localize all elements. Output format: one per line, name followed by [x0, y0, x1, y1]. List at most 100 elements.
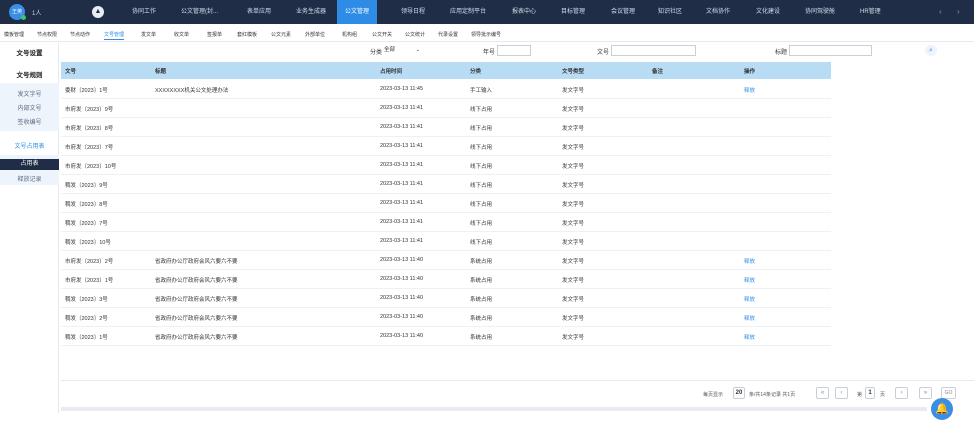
- nav-item-6[interactable]: 应用定制平台: [450, 0, 486, 24]
- page-number-input[interactable]: 1: [865, 387, 875, 399]
- nav-item-11[interactable]: 文档协作: [706, 0, 730, 24]
- bell-icon[interactable]: 🔔: [931, 398, 953, 420]
- category-select[interactable]: 全部 ⌄: [382, 45, 422, 56]
- table-cell: 2023-03-13 11:40: [380, 333, 424, 339]
- table-row[interactable]: 市府发〔2023〕10号 2023-03-13 11:41 线下占用 发文字号: [61, 156, 831, 175]
- nav-item-10[interactable]: 知识社区: [658, 0, 682, 24]
- table-cell: 稠发〔2023〕10号: [65, 240, 111, 246]
- year-input[interactable]: [497, 45, 531, 56]
- column-header-1[interactable]: 标题: [155, 67, 166, 75]
- nav-item-2[interactable]: 表单应用: [247, 0, 271, 24]
- nav-prev-icon[interactable]: ‹: [939, 7, 942, 16]
- nav-item-3[interactable]: 业务生成器: [296, 0, 326, 24]
- table-row[interactable]: 市府发〔2023〕8号 2023-03-13 11:41 线下占用 发文字号: [61, 118, 831, 137]
- subnav-item-8[interactable]: 公文元素: [271, 31, 291, 38]
- app-logo-icon[interactable]: ▲: [92, 6, 104, 18]
- table-row[interactable]: 市府发〔2023〕7号 2023-03-13 11:41 线下占用 发文字号: [61, 137, 831, 156]
- table-row[interactable]: 稠发〔2023〕7号 2023-03-13 11:41 线下占用 发文字号: [61, 213, 831, 232]
- title-input[interactable]: [789, 45, 872, 56]
- column-header-2[interactable]: 占用时间: [380, 67, 402, 75]
- sidebar-item-docno-settings[interactable]: 文号设置: [0, 47, 59, 57]
- release-link[interactable]: 释放: [744, 295, 755, 303]
- subnav-item-9[interactable]: 外部单位: [305, 31, 325, 38]
- nav-item-7[interactable]: 报表中心: [512, 0, 536, 24]
- table-row[interactable]: 市府发〔2023〕9号 2023-03-13 11:41 线下占用 发文字号: [61, 99, 831, 118]
- sidebar-item-docno-occupancy[interactable]: 文号占用表: [0, 141, 59, 150]
- nav-item-1[interactable]: 公文管理(封...: [181, 0, 218, 24]
- subnav-item-14[interactable]: 领导批示编号: [471, 31, 501, 38]
- subnav-item-0[interactable]: 模板管理: [4, 31, 24, 38]
- prev-page-button[interactable]: ‹: [835, 387, 848, 399]
- table-header: 文号 标题 占用时间 分类 文号类型 备注 操作: [61, 62, 831, 79]
- nav-item-8[interactable]: 目标管理: [561, 0, 585, 24]
- subnav-item-13[interactable]: 代录设置: [438, 31, 458, 38]
- per-page-label: 每页显示: [703, 392, 724, 398]
- table-row[interactable]: 稠发〔2023〕10号 2023-03-13 11:41 线下占用 发文字号: [61, 232, 831, 251]
- subnav-item-5[interactable]: 收文单: [174, 31, 189, 38]
- column-header-5[interactable]: 备注: [652, 67, 663, 75]
- release-link[interactable]: 释放: [744, 333, 755, 341]
- sidebar-item-receive-number[interactable]: 签收编号: [0, 117, 59, 126]
- table-cell: 系统占用: [470, 297, 493, 303]
- release-link[interactable]: 释放: [744, 314, 755, 322]
- docno-input[interactable]: [611, 45, 696, 56]
- top-navigation-bar: 王英 1人 ▲ 协同工作 公文管理(封... 表单应用 业务生成器 公文管理 领导日程 应用…: [0, 0, 974, 24]
- search-icon[interactable]: ⌕: [925, 45, 937, 56]
- nav-item-0[interactable]: 协同工作: [132, 0, 156, 24]
- column-header-3[interactable]: 分类: [470, 67, 481, 75]
- table-row[interactable]: 稠发〔2023〕9号 2023-03-13 11:41 线下占用 发文字号: [61, 175, 831, 194]
- table-row[interactable]: 稠发〔2023〕3号 省政府办公厅政府会风六要六不要 2023-03-13 11:4…: [61, 289, 831, 308]
- nav-next-icon[interactable]: ›: [957, 7, 960, 16]
- release-link[interactable]: 释放: [744, 86, 755, 94]
- nav-item-14[interactable]: HR管理: [860, 0, 881, 24]
- table-row[interactable]: 市府发〔2023〕1号 省政府办公厅政府会风六要六不要 2023-03-13 11:…: [61, 270, 831, 289]
- table-row[interactable]: 市府发〔2023〕2号 省政府办公厅政府会风六要六不要 2023-03-13 11:…: [61, 251, 831, 270]
- table-cell: 2023-03-13 11:41: [380, 181, 424, 187]
- table-cell: 稠发〔2023〕3号: [65, 297, 108, 303]
- subnav-item-2[interactable]: 节点动作: [70, 31, 90, 38]
- table-row[interactable]: 稠发〔2023〕2号 省政府办公厅政府会风六要六不要 2023-03-13 11:4…: [61, 308, 831, 327]
- sidebar-item-docno-rules[interactable]: 文号规则: [0, 69, 59, 79]
- nav-item-4[interactable]: 公文管理: [337, 0, 378, 24]
- per-page-input[interactable]: 20: [733, 387, 745, 399]
- online-user-count[interactable]: 1人: [32, 8, 41, 17]
- table-row[interactable]: 稠发〔2023〕8号 2023-03-13 11:41 线下占用 发文字号: [61, 194, 831, 213]
- subnav-item-10[interactable]: 机构组: [342, 31, 357, 38]
- subnav-item-6[interactable]: 签报单: [207, 31, 222, 38]
- table-cell: 稠发〔2023〕9号: [65, 183, 108, 189]
- column-header-4[interactable]: 文号类型: [562, 67, 584, 75]
- sidebar-item-internal-docno[interactable]: 内部文号: [0, 103, 59, 112]
- table-cell: 线下占用: [470, 145, 493, 151]
- last-page-button[interactable]: »: [919, 387, 932, 399]
- nav-item-13[interactable]: 协同驾驶舱: [805, 0, 835, 24]
- table-row[interactable]: 委财〔2023〕1号 XXXXXXXX机关公文处理办法 2023-03-13 11:…: [61, 80, 831, 99]
- table-cell: 市府发〔2023〕1号: [65, 278, 114, 284]
- table-cell: 线下占用: [470, 164, 493, 170]
- table-cell: 市府发〔2023〕9号: [65, 107, 114, 113]
- column-header-0[interactable]: 文号: [65, 67, 76, 75]
- table-cell: 发文字号: [562, 297, 585, 303]
- year-label: 年号: [483, 50, 496, 56]
- subnav-item-11[interactable]: 公文开关: [372, 31, 392, 38]
- subnav-item-7[interactable]: 套红模板: [237, 31, 257, 38]
- table-cell: 线下占用: [470, 202, 493, 208]
- table-cell: 发文字号: [562, 202, 585, 208]
- first-page-button[interactable]: «: [816, 387, 829, 399]
- sidebar-item-occupancy-table[interactable]: 占用表: [0, 159, 59, 170]
- page-suffix: 页: [880, 392, 886, 398]
- sidebar-item-release-records[interactable]: 释放记录: [0, 174, 59, 183]
- release-link[interactable]: 释放: [744, 276, 755, 284]
- subnav-item-12[interactable]: 公文统计: [405, 31, 425, 38]
- subnav-item-1[interactable]: 节点权限: [37, 31, 57, 38]
- column-header-6[interactable]: 操作: [744, 67, 755, 75]
- subnav-item-4[interactable]: 发文单: [141, 31, 156, 38]
- horizontal-scrollbar[interactable]: [61, 407, 927, 411]
- nav-item-5[interactable]: 领导日程: [401, 0, 425, 24]
- nav-item-9[interactable]: 会议管理: [611, 0, 635, 24]
- subnav-item-3[interactable]: 文号管理: [104, 31, 125, 40]
- table-row[interactable]: 稠发〔2023〕1号 省政府办公厅政府会风六要六不要 2023-03-13 11:4…: [61, 327, 831, 346]
- nav-item-12[interactable]: 文化建设: [756, 0, 780, 24]
- release-link[interactable]: 释放: [744, 257, 755, 265]
- next-page-button[interactable]: ›: [895, 387, 908, 399]
- sidebar-item-send-docno[interactable]: 发文字号: [0, 89, 59, 98]
